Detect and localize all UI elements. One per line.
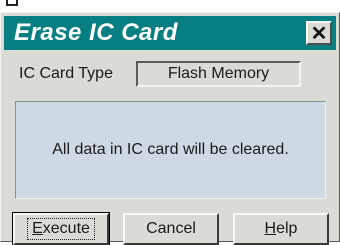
execute-button-label: Execute	[27, 218, 95, 240]
close-icon: ✕	[310, 22, 328, 45]
title-bar[interactable]: Erase IC Card ✕	[4, 16, 336, 50]
cancel-button-label: Cancel	[146, 220, 196, 237]
execute-button[interactable]: Execute	[12, 212, 110, 245]
dialog-title: Erase IC Card	[14, 19, 178, 46]
message-panel: All data in IC card will be cleared.	[15, 101, 326, 199]
help-button-label: Help	[265, 220, 298, 238]
ic-card-type-value: Flash Memory	[136, 61, 301, 87]
help-label-rest: elp	[276, 220, 298, 237]
cancel-button[interactable]: Cancel	[123, 213, 219, 245]
close-button[interactable]: ✕	[306, 21, 332, 45]
help-mnemonic: H	[264, 220, 277, 237]
execute-label-rest: xecute	[42, 220, 90, 237]
window-edge-artifact	[6, 0, 18, 6]
help-button[interactable]: Help	[233, 213, 329, 245]
ic-card-type-label: IC Card Type	[19, 65, 113, 82]
message-text: All data in IC card will be cleared.	[52, 141, 289, 158]
erase-ic-card-dialog: Erase IC Card ✕ IC Card Type Flash Memor…	[0, 12, 340, 245]
execute-mnemonic: E	[32, 220, 43, 237]
